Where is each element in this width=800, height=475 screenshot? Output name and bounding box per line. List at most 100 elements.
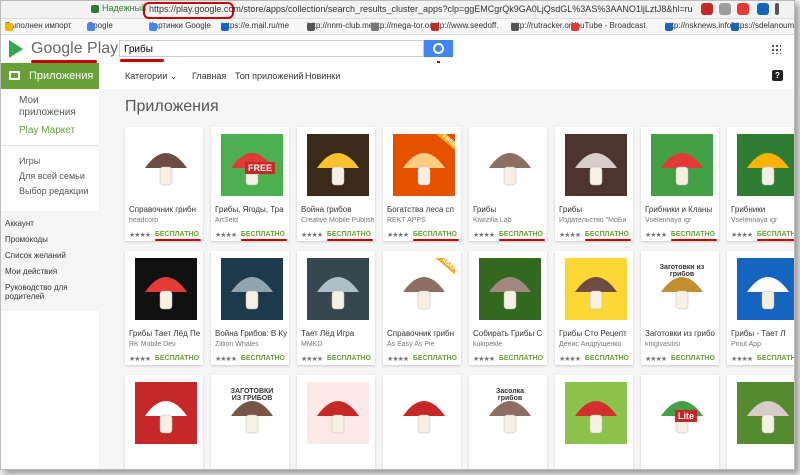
app-developer[interactable]: Pinut App <box>731 341 794 348</box>
app-developer[interactable]: RK Mobile Dev <box>129 341 203 348</box>
sidebar-my-actions[interactable]: Мои действия <box>5 267 57 276</box>
price-label[interactable]: БЕСПЛАТНО <box>413 355 457 362</box>
app-name[interactable]: Тает Лёд Игра <box>301 329 375 338</box>
app-developer[interactable]: Zillion Whales <box>215 341 289 348</box>
price-label[interactable]: БЕСПЛАТНО <box>327 231 371 238</box>
app-developer[interactable]: REKT APPS <box>387 217 461 224</box>
app-icon[interactable] <box>135 258 197 320</box>
bookmark-item[interactable]: https://sdelanouml <box>731 21 794 31</box>
app-icon[interactable] <box>479 258 541 320</box>
app-name[interactable]: Богатства леса сп <box>387 205 461 214</box>
sidebar-account[interactable]: Аккаунт <box>5 219 34 228</box>
app-name[interactable]: Грибы Тает Лёд Пе <box>129 329 203 338</box>
sidebar-play-store[interactable]: Play Маркет <box>19 125 75 136</box>
app-name[interactable]: Грибы - Тает Л <box>731 329 794 338</box>
sidebar-editors-choice[interactable]: Выбор редакции <box>19 186 88 196</box>
price-label[interactable]: БЕСПЛАТНО <box>671 355 715 362</box>
sidebar-family[interactable]: Для всей семьи <box>19 171 85 181</box>
app-icon[interactable] <box>565 382 627 444</box>
app-card[interactable]: Справочник грибн headcorp ★★★★ БЕСПЛАТНО <box>125 127 203 241</box>
app-card[interactable]: Война грибов Creative Mobile Publish ★★★★ Б… <box>297 127 375 241</box>
app-name[interactable]: Справочник грибн <box>387 329 461 338</box>
app-card[interactable]: Война Грибов: В Ку Zillion Whales ★★★★ БЕСП… <box>211 251 289 365</box>
app-card[interactable] <box>297 375 375 469</box>
app-name[interactable]: Грибы Сто Рецепт <box>559 329 633 338</box>
price-label[interactable]: БЕСПЛАТНО <box>155 355 199 362</box>
app-icon[interactable] <box>565 258 627 320</box>
bookmark-item[interactable]: http://nnm-club.me/ <box>307 21 375 31</box>
bookmark-item[interactable]: Google <box>87 21 113 31</box>
app-name[interactable]: Война грибов <box>301 205 375 214</box>
bookmark-item[interactable]: https://e.mail.ru/me <box>221 21 289 31</box>
extension-icon[interactable] <box>757 3 769 15</box>
app-icon[interactable] <box>651 134 713 196</box>
bookmark-item[interactable]: http://www.seedoff. <box>431 21 498 31</box>
app-developer[interactable]: Creative Mobile Publish <box>301 217 375 224</box>
app-name[interactable]: Грибники <box>731 205 794 214</box>
extension-icon[interactable] <box>737 3 749 15</box>
app-icon[interactable]: Заготовки из грибов <box>651 258 713 320</box>
sidebar-my-apps[interactable]: Мои приложения <box>19 95 89 119</box>
app-card[interactable]: Грибы Издательство "МоБи ★★★★ БЕСПЛАТНО <box>555 127 633 241</box>
sidebar-wishlist[interactable]: Список желаний <box>5 251 66 260</box>
search-button[interactable] <box>424 40 453 57</box>
app-card[interactable] <box>383 375 461 469</box>
categories-dropdown[interactable]: Категории ⌄ <box>125 71 177 82</box>
app-name[interactable]: Грибы <box>559 205 633 214</box>
app-card[interactable]: Lite <box>641 375 719 469</box>
sidebar-promo[interactable]: Промокоды <box>5 235 48 244</box>
app-card[interactable]: FREE Богатства леса сп REKT APPS ★★★★ БЕСПЛА… <box>383 127 461 241</box>
price-label[interactable]: БЕСПЛАТНО <box>499 231 543 238</box>
app-developer[interactable]: Kiwizilla Lab <box>473 217 547 224</box>
app-name[interactable]: Собирать Грибы С <box>473 329 547 338</box>
app-card[interactable] <box>727 375 794 469</box>
nav-home[interactable]: Главная <box>192 71 226 81</box>
price-label[interactable]: БЕСПЛАТНО <box>413 231 457 238</box>
help-icon[interactable]: ? <box>772 70 783 81</box>
tab-apps[interactable]: Приложения <box>1 63 99 89</box>
app-developer[interactable]: Издательство "МоБи <box>559 217 633 224</box>
price-label[interactable]: БЕСПЛАТНО <box>671 231 715 238</box>
sidebar-parent-guide[interactable]: Руководство для родителей <box>5 283 95 301</box>
bookmark-item[interactable]: http://mega-tor.org/ <box>371 21 439 31</box>
app-icon[interactable] <box>479 134 541 196</box>
bookmark-item[interactable]: YouTube - Broadcast <box>571 21 646 31</box>
app-name[interactable]: Грибники и Кланы <box>645 205 719 214</box>
play-logo-icon[interactable] <box>9 40 23 58</box>
bookmark-item[interactable]: Выполнен импорт <box>5 21 72 31</box>
search-input[interactable]: Грибы <box>119 40 424 57</box>
app-card[interactable] <box>125 375 203 469</box>
bookmark-item[interactable]: http://nsknews.info/ <box>665 21 733 31</box>
app-name[interactable]: Война Грибов: В Ку <box>215 329 289 338</box>
app-card[interactable]: Грибы Сто Рецепт Денис Андрущенко ★★★★ БЕСП… <box>555 251 633 365</box>
app-icon[interactable]: АБАР <box>393 258 455 320</box>
bookmark-item[interactable]: Картинки Google <box>149 21 211 31</box>
price-label[interactable]: БЕСПЛАТНО <box>757 355 794 362</box>
app-icon[interactable]: ЗАГОТОВКИ ИЗ ГРИБОВ <box>221 382 283 444</box>
app-icon[interactable]: FREE <box>221 134 283 196</box>
price-label[interactable]: БЕСПЛАТНО <box>585 355 629 362</box>
app-card[interactable]: Засолка грибов <box>469 375 547 469</box>
app-card[interactable]: FREE Грибы, Ягоды, Тра ArtSeld ★★★★ БЕСПЛАТН… <box>211 127 289 241</box>
extension-icon[interactable] <box>719 3 731 15</box>
sidebar-games[interactable]: Игры <box>19 156 40 166</box>
app-icon[interactable] <box>737 134 794 196</box>
app-developer[interactable]: As Easy As Pie <box>387 341 461 348</box>
price-label[interactable]: БЕСПЛАТНО <box>241 355 285 362</box>
app-card[interactable]: Заготовки из грибов Заготовки из грибо kni… <box>641 251 719 365</box>
app-icon[interactable] <box>135 134 197 196</box>
price-label[interactable]: БЕСПЛАТНО <box>757 231 794 238</box>
app-icon[interactable] <box>393 382 455 444</box>
price-label[interactable]: БЕСПЛАТНО <box>155 231 199 238</box>
app-developer[interactable]: headcorp <box>129 217 203 224</box>
app-name[interactable]: Грибы <box>473 205 547 214</box>
menu-icon[interactable] <box>775 3 779 15</box>
app-card[interactable]: Грибы - Тает Л Pinut App ★★★★ БЕСПЛАТНО <box>727 251 794 365</box>
extension-icon[interactable] <box>701 3 713 15</box>
app-icon[interactable] <box>307 258 369 320</box>
app-icon[interactable] <box>565 134 627 196</box>
app-icon[interactable] <box>737 382 794 444</box>
app-developer[interactable]: knigivasilisi <box>645 341 719 348</box>
nav-top-apps[interactable]: Топ приложений <box>235 71 303 81</box>
address-bar[interactable]: Надежный https://play.google.com/store/a… <box>1 1 794 19</box>
